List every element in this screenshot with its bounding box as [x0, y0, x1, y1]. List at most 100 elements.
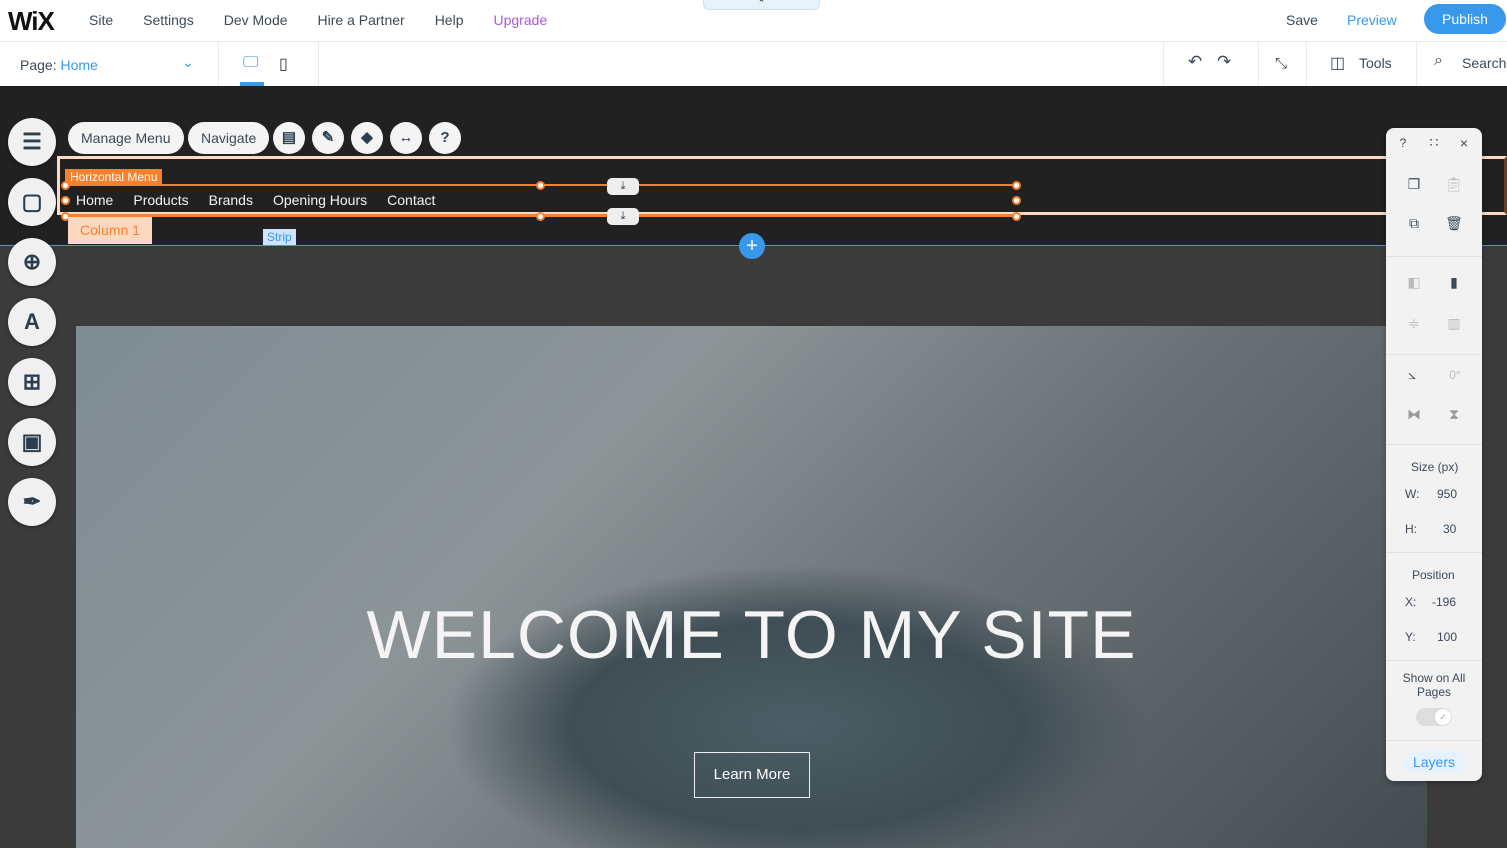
layout-icon[interactable]: ▤ — [273, 122, 305, 154]
app-market-icon[interactable]: ⊞ — [8, 358, 56, 406]
collapse-toggle[interactable]: ⌃ — [703, 0, 820, 10]
hero-title[interactable]: WELCOME TO MY SITE — [76, 596, 1427, 674]
divider — [218, 42, 219, 86]
resize-handle[interactable] — [536, 181, 545, 190]
duplicate-icon[interactable]: ⧉ — [1399, 215, 1429, 232]
copy-icon[interactable]: ❐ — [1399, 176, 1429, 193]
background-icon[interactable]: ▢ — [8, 178, 56, 226]
close-icon[interactable]: × — [1449, 135, 1479, 151]
resize-handle[interactable] — [61, 181, 70, 190]
learn-more-button[interactable]: Learn More — [694, 752, 810, 798]
show-on-all-pages-label: Show on All Pages — [1402, 671, 1466, 699]
x-input[interactable]: -196 — [1432, 595, 1456, 609]
preview-button[interactable]: Preview — [1347, 12, 1397, 28]
rotate-icon[interactable]: ⦣ — [1397, 366, 1427, 383]
publish-button[interactable]: Publish — [1424, 4, 1506, 34]
menu-help[interactable]: Help — [435, 12, 464, 28]
strip-label[interactable]: Strip — [263, 229, 296, 245]
search-button[interactable]: Search — [1462, 55, 1506, 71]
x-label: X: — [1405, 595, 1417, 609]
hero-section[interactable]: WELCOME TO MY SITE Learn More — [76, 326, 1427, 848]
menu-dev-mode[interactable]: Dev Mode — [224, 12, 288, 28]
show-on-all-pages-toggle[interactable]: ✓ — [1416, 708, 1452, 726]
arrange-icon[interactable]: ◧ — [1399, 274, 1429, 291]
stretch-icon[interactable]: ↔ — [390, 122, 422, 154]
distribute-icon[interactable]: ≑ — [1399, 315, 1429, 332]
flip-horizontal-icon[interactable]: ⧓ — [1399, 406, 1429, 423]
download-arrow-icon[interactable]: ⤓ — [607, 178, 639, 195]
undo-icon[interactable]: ↶ — [1188, 52, 1202, 72]
divider — [1386, 256, 1482, 257]
help-icon[interactable]: ? — [429, 122, 461, 154]
width-input[interactable]: 950 — [1437, 487, 1457, 501]
zoom-out-icon[interactable]: ⤡ — [1275, 55, 1287, 72]
menu-site[interactable]: Site — [89, 12, 113, 28]
divider — [1416, 42, 1417, 86]
page-label: Page: — [20, 57, 57, 73]
mobile-icon[interactable]: ▯ — [279, 54, 288, 74]
paste-icon[interactable]: 📋︎ — [1439, 176, 1469, 193]
drag-handle-icon[interactable]: ∷ — [1419, 134, 1449, 151]
check-icon: ✓ — [1435, 709, 1451, 725]
main-menu: Site Settings Dev Mode Hire a Partner He… — [89, 12, 547, 28]
divider — [1386, 444, 1482, 445]
divider — [1386, 354, 1482, 355]
width-label: W: — [1405, 487, 1420, 501]
search-icon[interactable]: ⌕ — [1434, 52, 1443, 70]
resize-handle[interactable] — [61, 196, 70, 205]
add-section-button[interactable]: + — [739, 233, 765, 259]
blog-pen-icon[interactable]: ✒ — [8, 478, 56, 526]
add-icon[interactable]: ⊕ — [8, 238, 56, 286]
divider — [1386, 660, 1482, 661]
tools-button[interactable]: Tools — [1359, 55, 1392, 71]
chevron-down-icon[interactable]: ⌄ — [182, 54, 194, 71]
nav-brands[interactable]: Brands — [209, 192, 253, 208]
y-label: Y: — [1405, 630, 1416, 644]
delete-icon[interactable]: 🗑︎ — [1439, 215, 1469, 232]
theme-icon[interactable]: A — [8, 298, 56, 346]
wix-logo[interactable]: WiX — [8, 6, 55, 37]
resize-handle[interactable] — [1012, 196, 1021, 205]
flip-vertical-icon[interactable]: ⧗ — [1439, 406, 1469, 423]
nav-contact[interactable]: Contact — [387, 192, 435, 208]
resize-handle[interactable] — [1012, 181, 1021, 190]
desktop-icon[interactable]: 🖵 — [243, 54, 258, 72]
layers-button[interactable]: Layers — [1404, 751, 1464, 773]
divider — [1163, 42, 1164, 86]
menu-settings[interactable]: Settings — [143, 12, 194, 28]
manage-menu-button[interactable]: Manage Menu — [68, 122, 184, 154]
menu-hire-partner[interactable]: Hire a Partner — [318, 12, 405, 28]
height-input[interactable]: 30 — [1443, 522, 1456, 536]
panel-help-button[interactable]: ? — [1388, 136, 1418, 150]
resize-handle[interactable] — [1012, 212, 1021, 221]
divider — [1386, 552, 1482, 553]
horizontal-menu: Home Products Brands Opening Hours Conta… — [76, 192, 435, 208]
divider — [1258, 42, 1259, 86]
navigate-button[interactable]: Navigate — [188, 122, 270, 154]
animation-icon[interactable]: ◆ — [351, 122, 383, 154]
media-icon[interactable]: ▣ — [8, 418, 56, 466]
component-label: Horizontal Menu — [65, 169, 163, 185]
pages-icon[interactable]: ☰ — [8, 118, 56, 166]
redo-icon[interactable]: ↷ — [1217, 52, 1231, 72]
design-brush-icon[interactable]: ✎ — [312, 122, 344, 154]
y-input[interactable]: 100 — [1437, 630, 1457, 644]
resize-handle[interactable] — [536, 212, 545, 221]
match-size-icon[interactable]: ▥ — [1439, 315, 1469, 332]
align-icon[interactable]: ▮ — [1439, 274, 1469, 291]
download-arrow-icon[interactable]: ⤓ — [607, 208, 639, 225]
page-selector[interactable]: Page: Home — [20, 57, 98, 73]
nav-products[interactable]: Products — [133, 192, 188, 208]
save-button[interactable]: Save — [1286, 12, 1318, 28]
size-title: Size (px) — [1411, 460, 1459, 474]
column-label[interactable]: Column 1 — [68, 217, 152, 244]
editor-toolbar: Page: Home ⌄ 🖵 ▯ ↶ ↷ ⤡ ◫ Tools ⌕ Search — [0, 42, 1507, 86]
properties-panel: ? ∷ × ❐ 📋︎ ⧉ 🗑︎ ◧ ▮ ≑ ▥ ⦣ 0° ⧓ ⧗ Size (p… — [1386, 128, 1482, 781]
divider — [1386, 740, 1482, 741]
rotation-value[interactable]: 0° — [1440, 368, 1470, 382]
nav-opening-hours[interactable]: Opening Hours — [273, 192, 367, 208]
top-bar: WiX Site Settings Dev Mode Hire a Partne… — [0, 0, 1507, 42]
nav-home[interactable]: Home — [76, 192, 113, 208]
menu-upgrade[interactable]: Upgrade — [493, 12, 547, 28]
tools-icon[interactable]: ◫ — [1330, 53, 1345, 73]
